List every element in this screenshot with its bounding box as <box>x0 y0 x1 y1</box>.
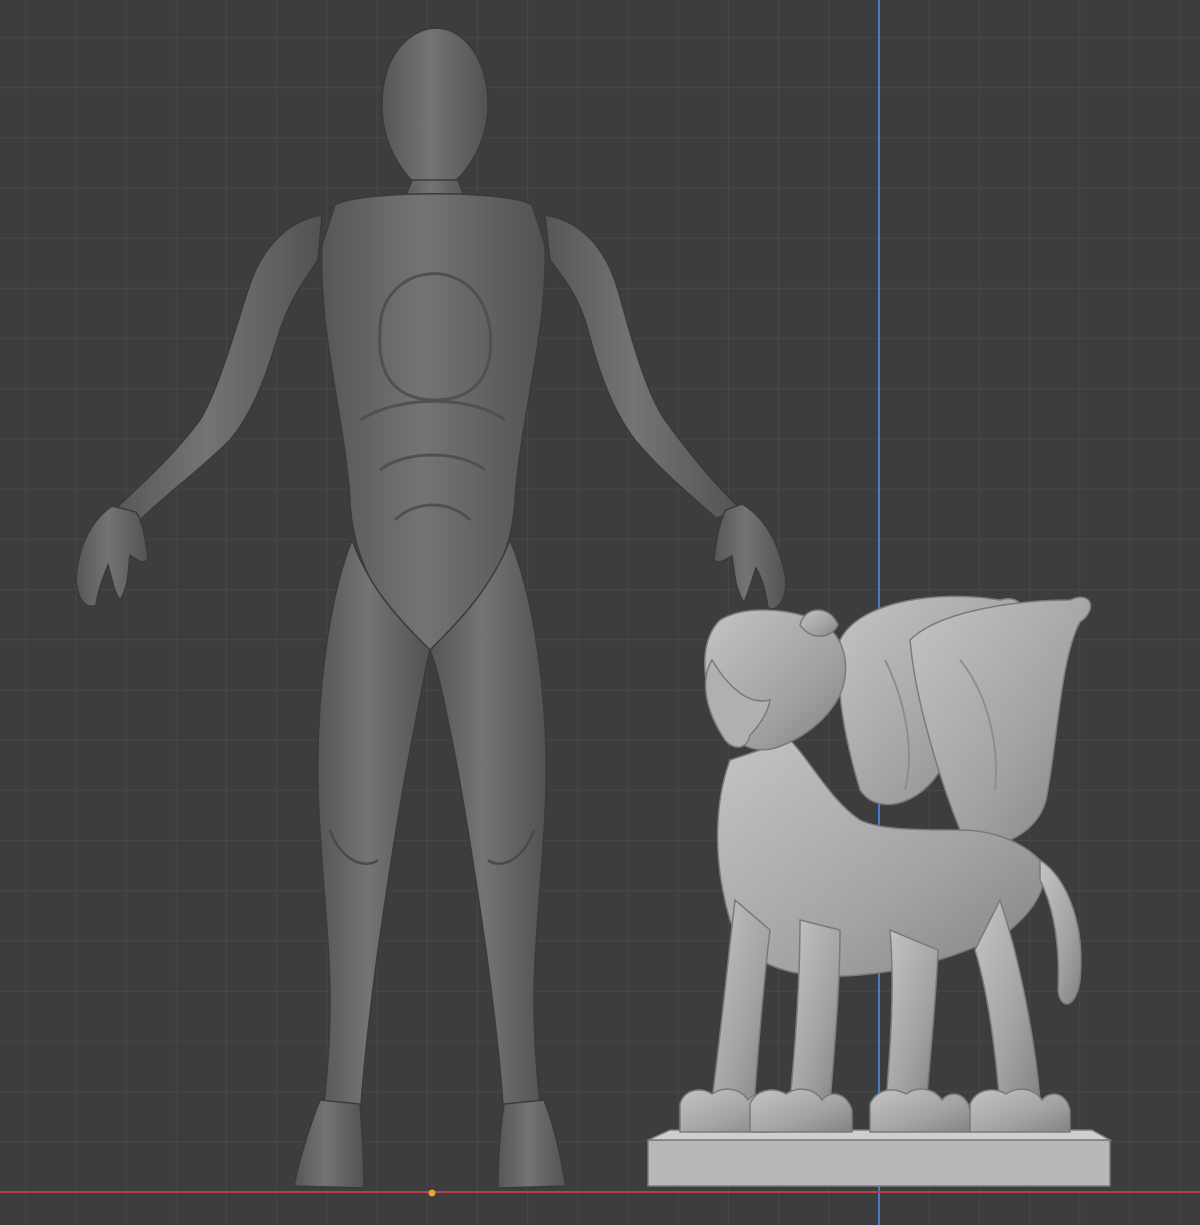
3d-viewport[interactable] <box>0 0 1200 1225</box>
griffin-claws-hind-right <box>969 1088 1071 1133</box>
griffin-base <box>647 1139 1111 1187</box>
griffin-claws-hind-left <box>869 1088 971 1133</box>
griffin-claws-front-right <box>749 1088 853 1133</box>
viewport-canvas[interactable] <box>0 0 1200 1225</box>
origin-marker-icon <box>428 1189 436 1197</box>
